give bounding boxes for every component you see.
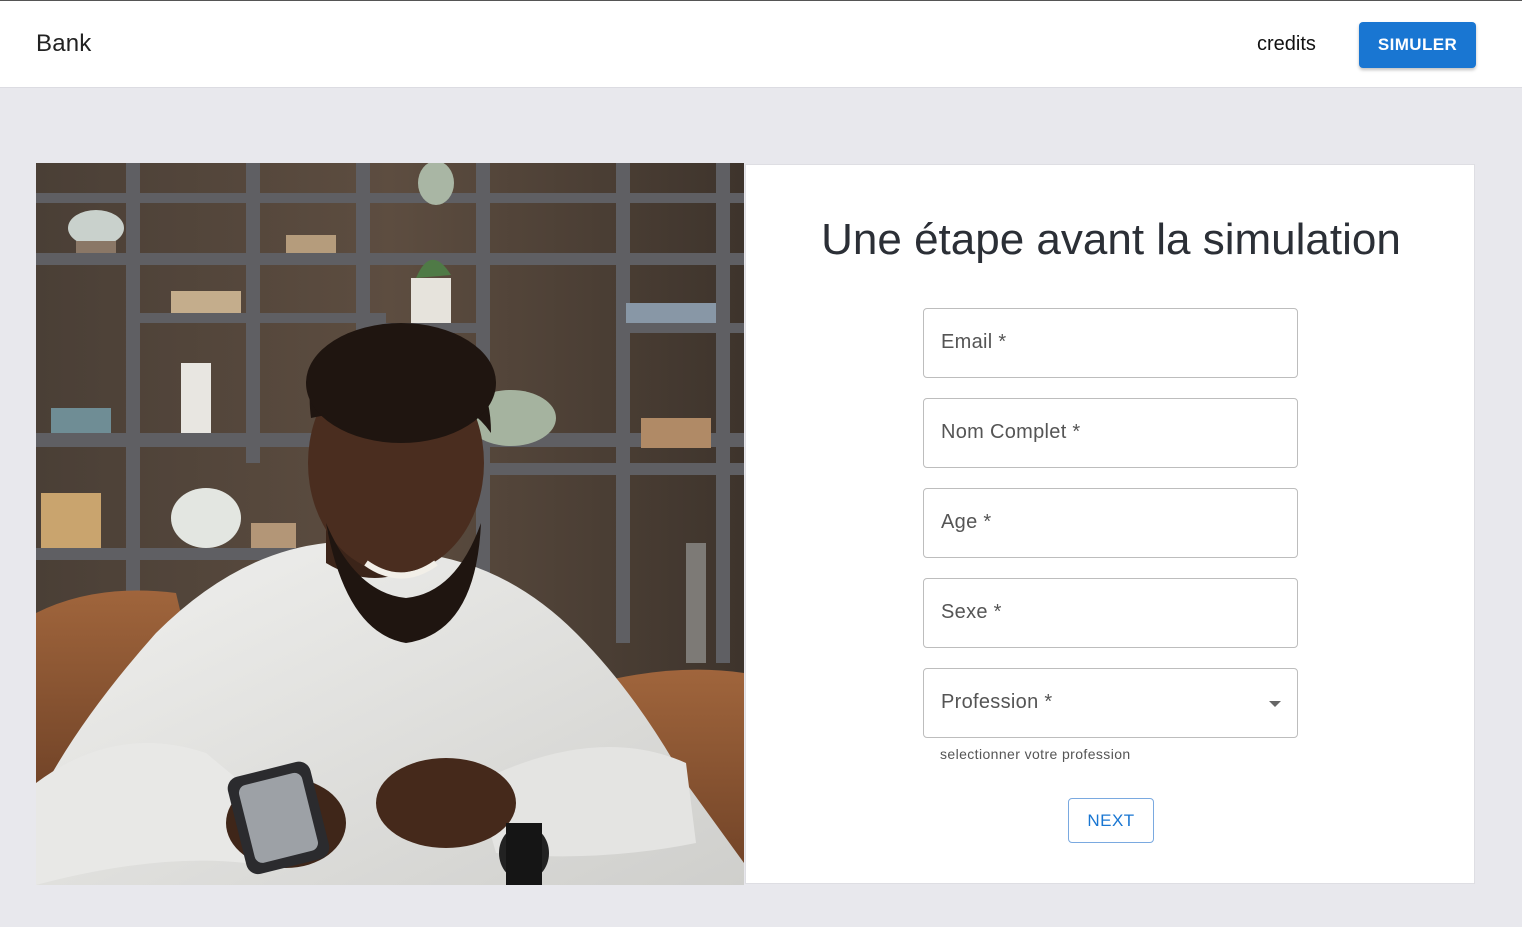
dropdown-arrow-icon[interactable] — [1269, 701, 1281, 707]
hero-photo — [36, 163, 744, 885]
email-field[interactable]: Email * — [923, 308, 1298, 378]
top-app-bar: Bank credits SIMULER — [0, 0, 1522, 88]
simuler-button[interactable]: SIMULER — [1359, 22, 1476, 68]
brand-logo[interactable]: Bank — [36, 30, 92, 58]
age-field[interactable]: Age * — [923, 488, 1298, 558]
full-name-field[interactable]: Nom Complet * — [923, 398, 1298, 468]
nav-link-credits[interactable]: credits — [1257, 33, 1316, 56]
hero-photo-illustration — [36, 163, 744, 885]
sex-field-label: Sexe * — [941, 601, 1002, 623]
form-title: Une étape avant la simulation — [821, 215, 1401, 264]
full-name-field-label: Nom Complet * — [941, 421, 1081, 443]
next-button[interactable]: NEXT — [1068, 798, 1154, 843]
profession-select-label: Profession * — [941, 691, 1053, 713]
profession-select[interactable]: Profession * — [923, 668, 1298, 738]
age-field-label: Age * — [941, 511, 992, 533]
simulation-form-card: Une étape avant la simulation Email * No… — [745, 164, 1475, 884]
email-field-label: Email * — [941, 331, 1007, 353]
sex-field[interactable]: Sexe * — [923, 578, 1298, 648]
profession-helper-text: selectionner votre profession — [940, 746, 1131, 762]
